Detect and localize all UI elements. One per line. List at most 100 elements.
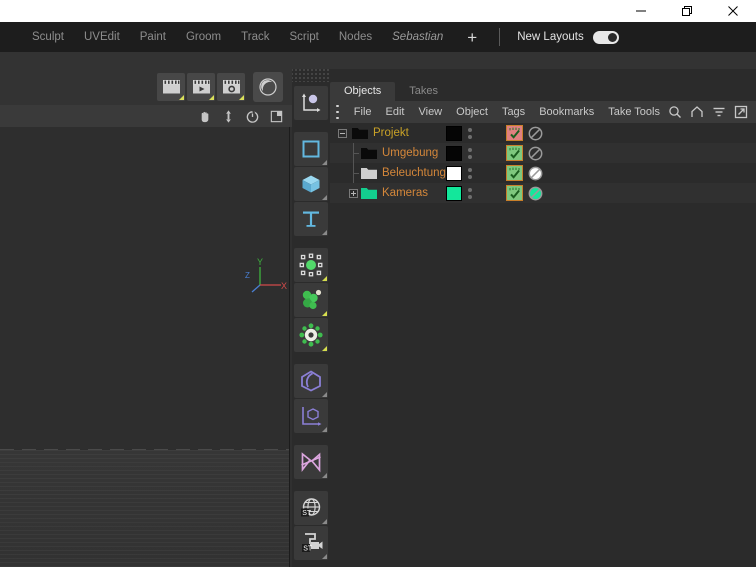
layout-tab-sebastian[interactable]: Sebastian xyxy=(382,22,453,52)
add-layout-button[interactable]: + xyxy=(453,22,491,52)
coordinate-object-tool-icon[interactable] xyxy=(294,399,328,433)
layout-tab-label: Sebastian xyxy=(392,31,444,43)
palette-grip-handle[interactable] xyxy=(292,69,330,82)
row-controls xyxy=(446,143,543,163)
menu-object[interactable]: Object xyxy=(449,106,495,118)
layout-tab-label: Nodes xyxy=(338,31,373,43)
tool-group-splines xyxy=(292,364,330,433)
search-icon[interactable] xyxy=(667,105,682,120)
close-button[interactable] xyxy=(710,0,756,22)
tool-group-generators xyxy=(292,248,330,352)
layout-tab-track[interactable]: Track xyxy=(231,22,279,52)
new-layouts-toggle[interactable] xyxy=(592,30,619,44)
clapper-play-icon[interactable] xyxy=(187,73,215,101)
tab-objects[interactable]: Objects xyxy=(330,82,396,101)
axis-move-tool-icon[interactable] xyxy=(294,86,328,120)
viewport-layout-icon[interactable] xyxy=(268,108,284,124)
table-row[interactable]: Beleuchtung xyxy=(330,163,756,183)
restore-button[interactable] xyxy=(664,0,710,22)
layer-color-swatch[interactable] xyxy=(446,185,462,201)
new-layouts-label: New Layouts xyxy=(517,31,584,43)
expander-expand-icon[interactable] xyxy=(349,188,358,198)
object-name-label: Umgebung xyxy=(382,147,439,159)
visibility-dots[interactable] xyxy=(464,165,476,181)
no-entry-icon[interactable] xyxy=(528,126,543,141)
layout-tab-label: Track xyxy=(241,31,270,43)
layout-tab-groom[interactable]: Groom xyxy=(176,22,231,52)
cloner-tool-icon[interactable] xyxy=(294,445,328,479)
object-manager-grip[interactable] xyxy=(330,69,756,79)
menu-edit[interactable]: Edit xyxy=(379,106,412,118)
environment-globe-tool-icon[interactable]: ST xyxy=(294,491,328,525)
hamburger-menu-icon[interactable] xyxy=(336,105,339,119)
moon-shading-icon[interactable] xyxy=(253,72,283,102)
layer-color-swatch[interactable] xyxy=(446,165,462,181)
array-object-tool-icon[interactable] xyxy=(294,283,328,317)
layer-color-swatch[interactable] xyxy=(446,145,462,161)
visibility-dots[interactable] xyxy=(464,125,476,141)
camera-tool-icon[interactable]: ST xyxy=(294,526,328,560)
row-controls xyxy=(446,163,543,183)
viewport-ground-plane xyxy=(0,450,289,567)
object-manager-icon-group xyxy=(667,105,756,120)
layout-tab-label: Paint xyxy=(139,31,166,43)
secondary-toolbar xyxy=(0,52,756,69)
layer-color-swatch[interactable] xyxy=(446,125,462,141)
table-row[interactable]: Umgebung xyxy=(330,143,756,163)
viewport-nav-toolbar xyxy=(0,105,292,127)
no-entry-icon[interactable] xyxy=(528,166,543,181)
menu-view[interactable]: View xyxy=(411,106,449,118)
title-bar xyxy=(0,0,756,22)
layout-tab-label: Script xyxy=(289,31,319,43)
layout-tab-paint[interactable]: Paint xyxy=(130,22,176,52)
svg-text:ST: ST xyxy=(302,510,312,517)
object-manager-menubar: File Edit View Object Tags Bookmarks Tak… xyxy=(330,101,756,123)
rectangle-selection-tool-icon[interactable] xyxy=(294,132,328,166)
deformer-tool-icon[interactable] xyxy=(294,318,328,352)
status-badge[interactable] xyxy=(506,165,523,181)
table-row[interactable]: Projekt xyxy=(330,123,756,143)
null-object-tool-icon[interactable] xyxy=(294,248,328,282)
clapper-record-icon[interactable] xyxy=(157,73,185,101)
minimize-button[interactable] xyxy=(618,0,664,22)
open-external-icon[interactable] xyxy=(733,105,748,120)
folder-icon xyxy=(361,148,377,159)
no-entry-icon[interactable] xyxy=(528,186,543,201)
move-camera-icon[interactable] xyxy=(220,108,236,124)
object-tree: Projekt Umgebung Beleuchtung Kameras xyxy=(330,123,756,567)
application-window: Sculpt UVEdit Paint Groom Track Script N… xyxy=(0,0,756,567)
clapper-settings-icon[interactable] xyxy=(217,73,245,101)
visibility-dots[interactable] xyxy=(464,145,476,161)
menu-tags[interactable]: Tags xyxy=(495,106,532,118)
layout-tab-sculpt[interactable]: Sculpt xyxy=(22,22,74,52)
no-entry-icon[interactable] xyxy=(528,146,543,161)
visibility-dots[interactable] xyxy=(464,185,476,201)
menu-take-tools[interactable]: Take Tools xyxy=(601,106,667,118)
folder-icon xyxy=(361,188,377,199)
tab-label: Objects xyxy=(344,85,382,97)
tool-group-scene: ST ST xyxy=(292,491,330,560)
layout-tab-nodes[interactable]: Nodes xyxy=(329,22,382,52)
menu-file[interactable]: File xyxy=(347,106,379,118)
filter-icon[interactable] xyxy=(711,105,726,120)
tab-takes[interactable]: Takes xyxy=(395,82,452,101)
plus-icon: + xyxy=(467,27,478,47)
home-icon[interactable] xyxy=(689,105,704,120)
viewport-3d-canvas[interactable]: Y X Z xyxy=(0,127,290,567)
expander-collapse-icon[interactable] xyxy=(338,128,347,138)
cube-primitive-tool-icon[interactable] xyxy=(294,167,328,201)
rotate-camera-icon[interactable] xyxy=(244,108,260,124)
layout-tab-uvedit[interactable]: UVEdit xyxy=(74,22,130,52)
object-name-label: Projekt xyxy=(373,127,409,139)
status-badge[interactable] xyxy=(506,125,523,141)
table-row[interactable]: Kameras xyxy=(330,183,756,203)
layout-tab-script[interactable]: Script xyxy=(279,22,328,52)
text-tool-icon[interactable] xyxy=(294,202,328,236)
pan-hand-icon[interactable] xyxy=(196,108,212,124)
status-badge[interactable] xyxy=(506,185,523,201)
menu-bookmarks[interactable]: Bookmarks xyxy=(532,106,601,118)
layout-tab-label: Groom xyxy=(185,31,222,43)
status-badge[interactable] xyxy=(506,145,523,161)
spline-tool-icon[interactable] xyxy=(294,364,328,398)
svg-text:X: X xyxy=(281,281,287,291)
